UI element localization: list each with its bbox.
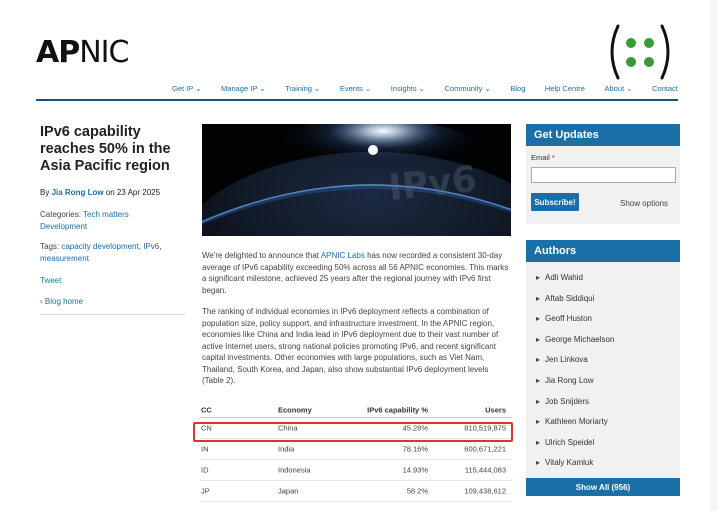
tweet-link[interactable]: Tweet — [40, 276, 61, 285]
nav-divider — [36, 99, 678, 101]
chevron-down-icon: ⌄ — [624, 84, 633, 93]
nav-item[interactable]: Community ⌄ — [445, 84, 491, 93]
table-cell: 115,444,083 — [464, 465, 506, 475]
ipv6-table: CC Economy IPv6 capability % Users CN China 45… — [200, 402, 512, 502]
required-mark: * — [551, 153, 555, 162]
table-header-cell: Economy — [278, 405, 312, 414]
email-label: Email * — [531, 153, 555, 162]
table-cell: 58.2% — [406, 486, 428, 496]
tag-link[interactable]: capacity development — [61, 242, 138, 251]
subscribe-button[interactable]: Subscribe! — [531, 193, 579, 211]
chevron-down-icon: ⌄ — [482, 84, 491, 93]
nav-item[interactable]: Insights ⌄ — [391, 84, 425, 93]
paragraph-ranking: The ranking of individual economies in I… — [202, 307, 499, 385]
author-link[interactable]: Jia Rong Low — [52, 188, 104, 197]
categories: Categories: Tech matters Development — [40, 210, 129, 231]
table-cell: Indonesia — [278, 465, 311, 475]
author-item[interactable]: Job Snijders — [536, 397, 676, 418]
authors-list: Adli WahidAftab SiddiquiGeoff HustonGeor… — [536, 273, 676, 479]
table-cell: ID — [201, 465, 209, 475]
nav-item[interactable]: Events ⌄ — [340, 84, 371, 93]
table-header-cell: CC — [201, 405, 212, 414]
show-all-button[interactable]: Show All (956) — [526, 478, 680, 496]
chevron-down-icon: ⌄ — [257, 84, 266, 93]
show-options-link[interactable]: Show options — [620, 199, 668, 208]
table-cell: 14.93% — [402, 465, 428, 475]
nav-item[interactable]: About ⌄ — [605, 84, 633, 93]
table-cell: 109,438,612 — [464, 486, 506, 496]
category-link[interactable]: Development — [40, 222, 87, 231]
chevron-down-icon: ⌄ — [311, 84, 321, 93]
table-header-row: CC Economy IPv6 capability % Users — [200, 402, 512, 418]
email-input[interactable] — [531, 167, 676, 183]
author-item[interactable]: George Michaelson — [536, 335, 676, 356]
author-item[interactable]: Geoff Huston — [536, 314, 676, 335]
author-item[interactable]: Jia Rong Low — [536, 376, 676, 397]
table-cell: 600,671,221 — [464, 444, 506, 454]
main-nav: Get IP ⌄ Manage IP ⌄ Training ⌄ Events ⌄ Ins… — [172, 84, 678, 93]
post-date: on 23 Apr 2025 — [103, 188, 161, 197]
tag-link[interactable]: measurement — [40, 254, 89, 263]
logo-bold: AP — [36, 35, 80, 70]
nav-item[interactable]: Contact — [652, 84, 678, 93]
table-header-cell: Users — [485, 405, 506, 414]
earth-horizon-illustration: IPv6 — [202, 124, 511, 236]
scrollbar-track[interactable] — [710, 0, 718, 511]
apnic-labs-link[interactable]: APNIC Labs — [321, 251, 365, 260]
get-updates-title: Get Updates — [526, 124, 680, 146]
table-cell: Japan — [278, 486, 299, 496]
table-header-cell: IPv6 capability % — [367, 405, 428, 414]
nav-item[interactable]: Blog — [510, 84, 525, 93]
table-row: IN India 78.16% 600,671,221 — [200, 439, 512, 460]
authors-panel: Authors Adli WahidAftab SiddiquiGeoff Hu… — [526, 240, 680, 496]
left-divider — [40, 314, 186, 315]
blog-home-link[interactable]: ‹ Blog home — [40, 297, 83, 306]
authors-title: Authors — [526, 240, 680, 262]
category-link[interactable]: Tech matters — [83, 210, 129, 219]
highlight-box — [193, 422, 513, 442]
author-item[interactable]: Adli Wahid — [536, 273, 676, 294]
chevron-down-icon: ⌄ — [193, 84, 202, 93]
table-cell: JP — [201, 486, 210, 496]
table-cell: 78.16% — [402, 444, 428, 454]
table-row: ID Indonesia 14.93% 115,444,083 — [200, 460, 512, 481]
nav-item[interactable]: Training ⌄ — [285, 84, 320, 93]
nav-item[interactable]: Help Centre — [545, 84, 585, 93]
table-row: JP Japan 58.2% 109,438,612 — [200, 481, 512, 502]
byline: By Jia Rong Low on 23 Apr 2025 — [40, 188, 161, 197]
apnic-logo[interactable]: APNIC — [36, 35, 129, 70]
author-item[interactable]: Aftab Siddiqui — [536, 294, 676, 315]
paragraph-intro: We're delighted to announce that APNIC L… — [202, 251, 509, 295]
chevron-down-icon: ⌄ — [416, 84, 425, 93]
author-item[interactable]: Vitaly Kamluk — [536, 458, 676, 479]
nav-item[interactable]: Manage IP ⌄ — [221, 84, 266, 93]
page-title: IPv6 capability reaches 50% in the Asia … — [40, 124, 171, 174]
table-cell: IN — [201, 444, 209, 454]
chevron-down-icon: ⌄ — [362, 84, 372, 93]
logo-rest: NIC — [79, 35, 129, 70]
author-item[interactable]: Kathleen Moriarty — [536, 417, 676, 438]
tag-link[interactable]: IPv6 — [143, 242, 159, 251]
tags: Tags: capacity development, IPv6, measur… — [40, 242, 162, 263]
author-item[interactable]: Ulrich Speidel — [536, 438, 676, 459]
hero-image: IPv6 — [202, 124, 511, 236]
nav-item[interactable]: Get IP ⌄ — [172, 84, 202, 93]
apnic-brandmark-icon — [610, 24, 670, 80]
author-item[interactable]: Jen Linkova — [536, 355, 676, 376]
table-cell: India — [278, 444, 295, 454]
